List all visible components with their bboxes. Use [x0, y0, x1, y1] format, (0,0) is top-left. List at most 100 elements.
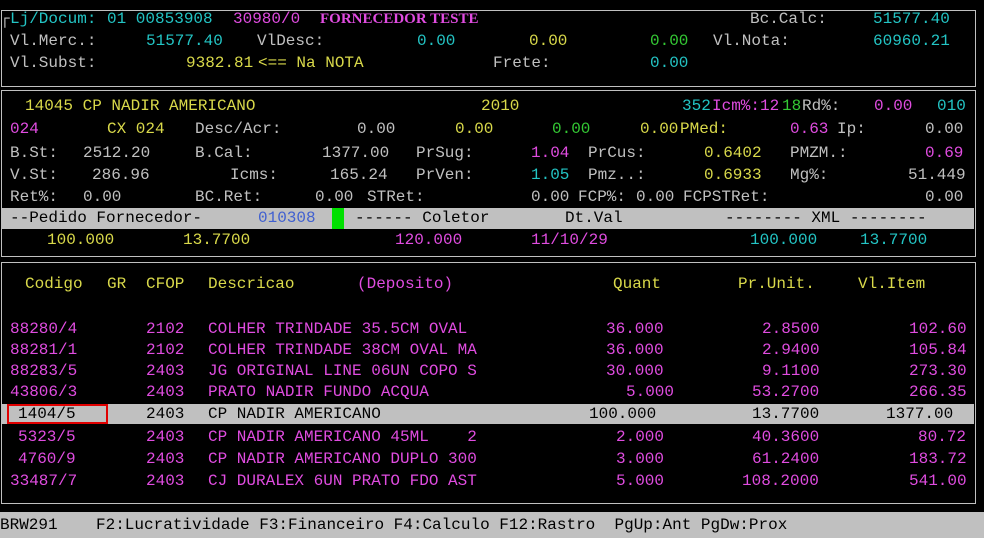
- mg-value: 51.449: [908, 166, 966, 184]
- bcal-label: B.Cal:: [195, 144, 253, 162]
- status-bar: BRW291 F2:Lucratividade F3:Financeiro F4…: [0, 512, 984, 538]
- na-nota-note: <== Na NOTA: [258, 54, 364, 72]
- xml-qty: 100.000: [750, 231, 818, 249]
- row-vlitem: 80.72: [918, 428, 967, 446]
- col-quant: Quant: [613, 275, 662, 293]
- pmzm-label: PMZM.:: [790, 144, 848, 162]
- row-vlitem: 541.00: [909, 472, 967, 490]
- col-deposito: (Deposito): [357, 275, 454, 293]
- col-cfop: CFOP: [146, 275, 185, 293]
- row-desc: JG ORIGINAL LINE 06UN COPO S: [208, 362, 477, 380]
- selected-cell-outline: [7, 404, 108, 424]
- vl-desc-2: 0.00: [529, 32, 568, 50]
- ip-value: 0.00: [925, 120, 964, 138]
- stret-label: STRet:: [367, 188, 425, 206]
- row-desc: CJ DURALEX 6UN PRATO FDO AST: [208, 472, 477, 490]
- doc-value: 30980/0: [233, 10, 301, 28]
- row-codigo: 5323/5: [18, 428, 76, 446]
- col-prunit: Pr.Unit.: [738, 275, 815, 293]
- pedido-bar-right: -------- XML --------: [725, 209, 927, 227]
- row-quant: 5.000: [616, 472, 665, 490]
- row-desc: COLHER TRINDADE 38CM OVAL MA: [208, 341, 477, 359]
- xml-price: 13.7700: [860, 231, 928, 249]
- desc-4: 0.00: [640, 120, 679, 138]
- col-codigo: Codigo: [25, 275, 83, 293]
- col-descricao: Descricao: [208, 275, 295, 293]
- icm-label: Icm%:12: [712, 97, 780, 115]
- pmed-value: 0.63: [790, 120, 829, 138]
- icm-prefix: 352: [682, 97, 711, 115]
- vl-nota-value: 60960.21: [873, 32, 950, 50]
- product-code-name: 14045 CP NADIR AMERICANO: [25, 97, 256, 115]
- pmed-label: PMed:: [680, 120, 729, 138]
- bc-calc-label: Bc.Calc:: [750, 10, 827, 28]
- row-codigo: 88281/1: [10, 341, 78, 359]
- vl-desc-1: 0.00: [417, 32, 456, 50]
- rd-tail: 010: [937, 97, 966, 115]
- pmz-value: 0.6933: [704, 166, 762, 184]
- pmzm-value: 0.69: [925, 144, 964, 162]
- row-desc: CP NADIR AMERICANO: [208, 405, 381, 423]
- row-codigo: 88280/4: [10, 320, 78, 338]
- prcus-label: PrCus:: [588, 144, 646, 162]
- fornecedor-name: FORNECEDOR TESTE: [320, 11, 479, 27]
- row-codigo: 33487/7: [10, 472, 78, 490]
- vl-subst-label: Vl.Subst:: [10, 54, 97, 72]
- row-quant: 36.000: [606, 320, 664, 338]
- pedido-price: 13.7700: [183, 231, 251, 249]
- row-desc: COLHER TRINDADE 35.5CM OVAL: [208, 320, 468, 338]
- bcal-value: 1377.00: [322, 144, 390, 162]
- vl-merc-value: 51577.40: [146, 32, 223, 50]
- desc-acr-label: Desc/Acr:: [195, 120, 282, 138]
- corner-glyph: ┌: [0, 10, 10, 28]
- icm-rd: 18: [782, 97, 802, 115]
- fcpst-value: 0.00: [925, 188, 964, 206]
- vl-nota-label: Vl.Nota:: [713, 32, 790, 50]
- row-prunit: 2.9400: [762, 341, 820, 359]
- pmz-label: Pmz..:: [588, 166, 646, 184]
- row-codigo: 88283/5: [10, 362, 78, 380]
- row-codigo: 43806/3: [10, 383, 78, 401]
- program-code: BRW291: [0, 516, 58, 534]
- prsug-label: PrSug:: [416, 144, 474, 162]
- row-vlitem: 266.35: [909, 383, 967, 401]
- product-year: 2010: [481, 97, 520, 115]
- row-cfop: 2102: [146, 341, 185, 359]
- mg-label: Mg%:: [790, 166, 829, 184]
- function-keys[interactable]: F2:Lucratividade F3:Financeiro F4:Calcul…: [96, 516, 787, 535]
- row-cfop: 2403: [146, 405, 185, 423]
- rd-value: 0.00: [874, 97, 913, 115]
- pedido-bar-mid: ------ Coletor: [355, 209, 490, 227]
- row-prunit: 40.3600: [752, 428, 820, 446]
- row-vlitem: 105.84: [909, 341, 967, 359]
- lj-label: Lj/Docum:: [10, 10, 97, 28]
- rd-label: Rd%:: [802, 97, 841, 115]
- row-prunit: 53.2700: [752, 383, 820, 401]
- row-desc: PRATO NADIR FUNDO ACQUA: [208, 383, 429, 401]
- row-cfop: 2403: [146, 428, 185, 446]
- row-cfop: 2403: [146, 383, 185, 401]
- bc-calc-value: 51577.40: [873, 10, 950, 28]
- row-quant: 30.000: [606, 362, 664, 380]
- ret-label: Ret%:: [10, 188, 59, 206]
- fcp-value: 0.00: [636, 188, 675, 206]
- desc-2: 0.00: [455, 120, 494, 138]
- pedido-bar-left: --Pedido Fornecedor-: [10, 209, 203, 227]
- fcpst-label: FCPSTRet:: [683, 188, 770, 206]
- ip-label: Ip:: [837, 120, 866, 138]
- row-desc: CP NADIR AMERICANO 45ML 2: [208, 428, 477, 446]
- r2-code: 024: [10, 120, 39, 138]
- lj-value: 01 00853908: [107, 10, 213, 28]
- icms-value: 165.24: [330, 166, 388, 184]
- prcus-value: 0.6402: [704, 144, 762, 162]
- prven-label: PrVen:: [416, 166, 474, 184]
- ret-value: 0.00: [83, 188, 122, 206]
- bcret-value: 0.00: [315, 188, 354, 206]
- row-cfop: 2403: [146, 362, 185, 380]
- dtval-date: 11/10/29: [531, 231, 608, 249]
- bcret-label: BC.Ret:: [195, 188, 263, 206]
- row-vlitem: 102.60: [909, 320, 967, 338]
- row-cfop: 2102: [146, 320, 185, 338]
- row-vlitem: 183.72: [909, 450, 967, 468]
- text-cursor: [332, 208, 344, 229]
